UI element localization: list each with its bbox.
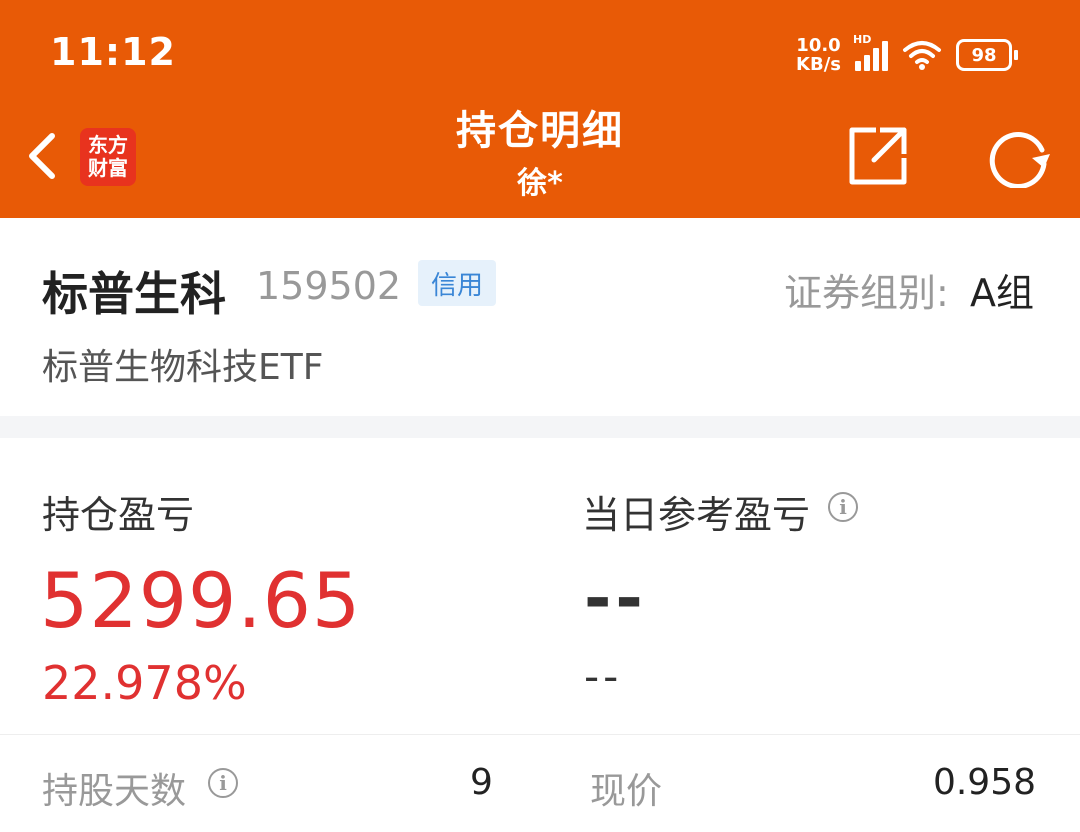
current-price-label: 现价 xyxy=(590,771,663,812)
holding-pl-label: 持仓盈亏 xyxy=(42,493,195,537)
today-pl-label: 当日参考盈亏 xyxy=(582,493,811,537)
holding-pl-value: 5299.65 xyxy=(40,556,362,645)
group-value[interactable]: A组 xyxy=(970,262,1034,317)
account-name: 徐* xyxy=(517,166,563,201)
page-title: 持仓明细 xyxy=(456,108,624,154)
credit-badge: 信用 xyxy=(418,260,496,306)
holding-pl-percent: 22.978% xyxy=(42,656,247,710)
stock-short-name: 标普生科 xyxy=(42,267,226,321)
row-divider xyxy=(0,734,1080,735)
battery-icon: 98 xyxy=(956,39,1018,71)
network-speed: 10.0 KB/s xyxy=(796,36,841,74)
current-price-value: 0.958 xyxy=(932,762,1036,803)
speed-unit: KB/s xyxy=(796,54,841,75)
stock-code: 159502 xyxy=(256,264,402,308)
refresh-icon[interactable] xyxy=(984,128,1052,188)
holding-days-label: 持股天数 xyxy=(42,771,187,812)
status-time: 11:12 xyxy=(50,30,176,74)
today-pl-percent: -- xyxy=(584,652,623,701)
status-icons: 10.0 KB/s HD 98 xyxy=(796,33,1018,74)
stock-full-name: 标普生物科技ETF xyxy=(42,347,324,388)
battery-level: 98 xyxy=(956,39,1012,71)
share-icon[interactable] xyxy=(846,124,910,188)
section-divider xyxy=(0,416,1080,438)
speed-value: 10.0 xyxy=(796,35,841,56)
wifi-icon xyxy=(903,41,941,70)
hd-label: HD xyxy=(853,33,872,46)
info-icon[interactable]: i xyxy=(208,768,238,798)
info-icon[interactable]: i xyxy=(828,492,858,522)
signal-icon: HD xyxy=(853,33,888,71)
group-label: 证券组别: xyxy=(784,271,949,315)
holding-days-value: 9 xyxy=(470,762,493,803)
top-app-bar: 11:12 10.0 KB/s HD 98 东方 财富 持仓明细 徐* xyxy=(0,0,1080,218)
today-pl-value: -- xyxy=(584,560,647,637)
